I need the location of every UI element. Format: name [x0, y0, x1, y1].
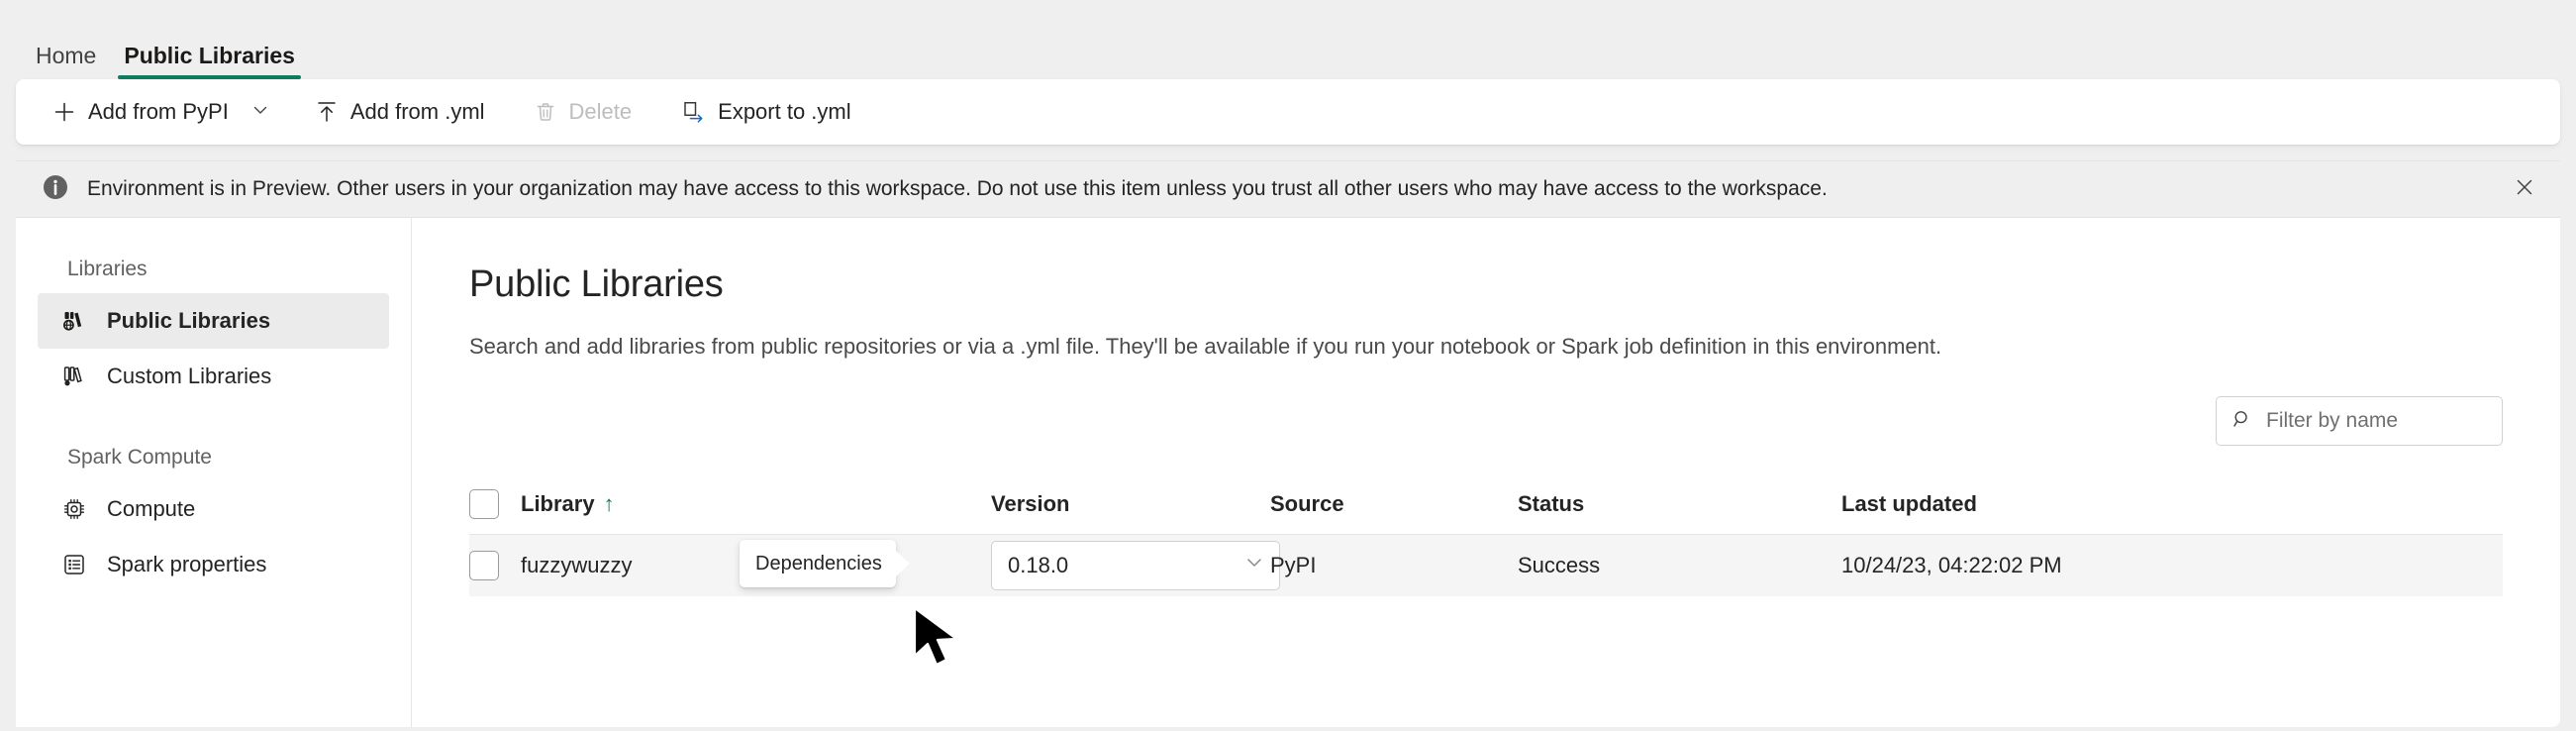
select-all-checkbox[interactable] — [469, 488, 499, 519]
chevron-down-icon — [1243, 552, 1265, 579]
sidebar-item-label: Custom Libraries — [107, 364, 272, 388]
version-value: 0.18.0 — [1008, 553, 1069, 577]
column-header-version[interactable]: Version — [991, 491, 1270, 517]
column-header-last-updated[interactable]: Last updated — [1841, 491, 2503, 517]
content-area: Libraries Public Libraries Custom Librar… — [16, 218, 2560, 727]
export-to-yml-label: Export to .yml — [718, 99, 851, 124]
dependencies-tooltip: Dependencies — [740, 540, 896, 587]
libraries-table: Library ↑ Version Source Status Last upd… — [469, 473, 2503, 596]
sidebar-item-label: Spark properties — [107, 552, 267, 576]
page-description: Search and add libraries from public rep… — [469, 334, 1942, 359]
cell-version: 0.18.0 — [991, 541, 1280, 590]
add-from-yml-button[interactable]: Add from .yml — [300, 88, 501, 136]
delete-label: Delete — [568, 99, 633, 124]
info-icon — [42, 173, 69, 206]
add-from-pypi-dropdown-button[interactable] — [245, 88, 282, 136]
sort-ascending-icon: ↑ — [603, 490, 615, 516]
list-properties-icon — [61, 552, 87, 577]
add-from-pypi-label: Add from PyPI — [88, 99, 229, 124]
app-root: Home Public Libraries Add from PyPI Add … — [0, 0, 2576, 731]
search-icon — [2232, 409, 2252, 434]
sidebar-item-label: Compute — [107, 496, 196, 521]
column-header-library-label: Library — [521, 490, 595, 516]
add-from-pypi-button[interactable]: Add from PyPI — [38, 88, 245, 136]
chip-icon — [61, 496, 87, 522]
cell-status: Success — [1518, 553, 1601, 577]
notification-message: Environment is in Preview. Other users i… — [87, 177, 1828, 200]
sidebar-item-public-libraries[interactable]: Public Libraries — [38, 293, 389, 349]
cell-last-updated: 10/24/23, 04:22:02 PM — [1841, 553, 2062, 577]
search-input[interactable] — [2266, 409, 2486, 433]
row-actions: Dependencies — [740, 540, 896, 587]
export-to-yml-button[interactable]: Export to .yml — [665, 88, 866, 136]
add-from-yml-label: Add from .yml — [349, 99, 485, 124]
sidebar-item-custom-libraries[interactable]: Custom Libraries — [38, 349, 389, 404]
cell-source: PyPI — [1270, 553, 1317, 577]
cell-library: fuzzywuzzy Dependencies — [521, 540, 991, 587]
sidebar-group-title-libraries: Libraries — [67, 258, 148, 280]
tab-strip: Home Public Libraries — [0, 0, 2576, 79]
sidebar-group-title-spark-compute: Spark Compute — [67, 446, 212, 469]
main-panel: Public Libraries Search and add librarie… — [412, 218, 2560, 727]
page-title: Public Libraries — [469, 263, 724, 305]
sidebar-item-label: Public Libraries — [107, 308, 271, 333]
row-checkbox[interactable] — [469, 551, 499, 580]
table-header-row: Library ↑ Version Source Status Last upd… — [469, 473, 2503, 535]
tab-home[interactable]: Home — [22, 45, 110, 79]
table-row[interactable]: fuzzywuzzy Dependencies 0.18.0 PyPI Succ… — [469, 535, 2503, 596]
plus-icon — [53, 101, 75, 123]
sidebar-group-spacer — [38, 404, 389, 436]
preview-notification-bar: Environment is in Preview. Other users i… — [16, 160, 2560, 218]
public-libraries-icon — [61, 308, 87, 334]
sidebar: Libraries Public Libraries Custom Librar… — [16, 218, 412, 727]
row-select-cell — [469, 551, 521, 580]
sidebar-item-compute[interactable]: Compute — [38, 481, 389, 537]
chevron-down-icon — [250, 100, 270, 125]
trash-icon — [535, 101, 556, 123]
command-bar: Add from PyPI Add from .yml Delete Expor… — [16, 79, 2560, 145]
tab-public-libraries[interactable]: Public Libraries — [110, 45, 309, 79]
custom-libraries-icon — [61, 364, 87, 389]
column-header-library[interactable]: Library ↑ — [521, 491, 991, 517]
close-icon — [2514, 176, 2535, 203]
notification-close-button[interactable] — [2503, 167, 2546, 211]
version-dropdown[interactable]: 0.18.0 — [991, 541, 1280, 590]
filter-row — [469, 396, 2503, 446]
select-all-cell — [469, 488, 521, 519]
filter-by-name-box[interactable] — [2216, 396, 2503, 446]
export-page-icon — [681, 100, 705, 124]
column-header-source[interactable]: Source — [1270, 491, 1518, 517]
library-name: fuzzywuzzy — [521, 553, 633, 577]
sidebar-item-spark-properties[interactable]: Spark properties — [38, 537, 389, 592]
delete-button: Delete — [519, 88, 648, 136]
upload-arrow-icon — [316, 100, 338, 124]
column-header-status[interactable]: Status — [1518, 491, 1841, 517]
